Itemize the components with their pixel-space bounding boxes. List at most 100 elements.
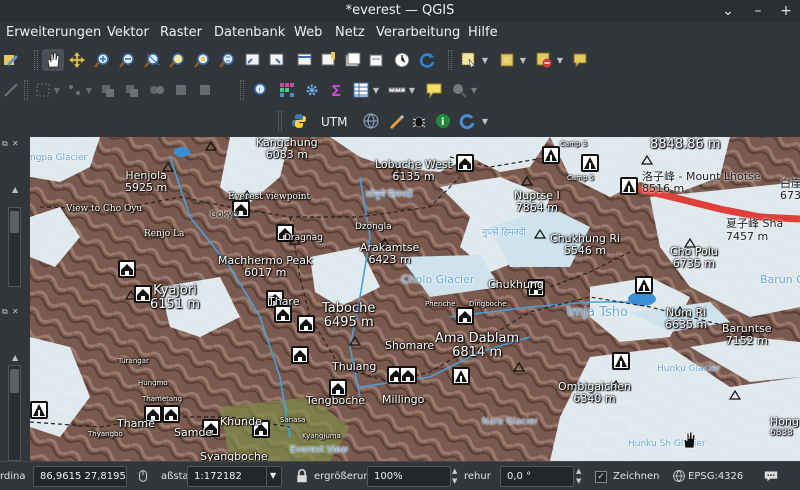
tent-icon[interactable] [30,401,48,419]
tent-icon[interactable] [581,154,599,172]
identify-icon[interactable]: i [250,79,272,101]
magnifier-field[interactable]: 100% [367,466,451,487]
bookmark-new-icon[interactable] [318,49,340,71]
menu-verarbeitung[interactable]: Verarbeitung [376,25,460,40]
edit-icon[interactable] [0,49,22,71]
menu-hilfe[interactable]: Hilfe [468,25,498,40]
chevron-down-icon[interactable]: ▼ [556,49,564,71]
scroll-thumb[interactable] [10,369,19,393]
chevron-down-icon[interactable]: ▼ [481,49,489,71]
merge-icon[interactable] [146,79,168,101]
zoom-last-icon[interactable] [242,49,264,71]
attribute-table-icon[interactable] [276,79,298,101]
menu-netz[interactable]: Netz [335,25,365,40]
scroll-thumb[interactable] [10,211,19,233]
map-canvas[interactable]: Kangchung 6083 m Henjola 5925 m Lobuche We… [30,137,800,461]
menu-web[interactable]: Web [294,25,322,40]
bookmarks-icon[interactable] [342,49,364,71]
scrollbar[interactable] [8,207,21,287]
sum-icon[interactable]: Σ [326,79,348,101]
reshape-icon[interactable] [194,79,216,101]
identify-select-icon[interactable] [458,49,480,71]
tooltip-icon[interactable] [423,79,445,101]
chevron-up-icon[interactable]: ▲ [12,353,18,362]
menu-erweiterungen[interactable]: Erweiterungen [6,25,101,40]
bug-icon[interactable] [408,110,430,132]
zoom-out-icon[interactable] [116,49,138,71]
pan-to-selection-icon[interactable] [66,49,88,71]
deselect-icon[interactable] [533,49,555,71]
rotation-spinner[interactable]: ▲ ▼ [576,466,588,487]
globe-icon[interactable] [360,110,382,132]
copy-features-icon[interactable] [97,79,119,101]
pan-hand-icon[interactable] [42,49,64,71]
tent-icon[interactable] [620,177,638,195]
table-icon[interactable] [350,79,372,101]
toolbar-grip[interactable] [24,80,28,100]
lock-icon[interactable] [293,467,311,485]
zoom-layer-icon[interactable] [191,49,213,71]
chevron-up-icon[interactable]: ▲ [12,185,18,194]
annotation-icon[interactable] [569,49,591,71]
messages-icon[interactable] [762,467,780,485]
zoom-in-icon[interactable] [91,49,113,71]
zoom-full-icon[interactable] [141,49,163,71]
refresh-icon[interactable] [416,49,438,71]
measure-icon[interactable] [386,79,408,101]
menu-datenbank[interactable]: Datenbank [214,25,285,40]
chevron-down-icon[interactable]: ▼ [53,79,61,101]
chevron-down-icon[interactable]: ▼ [372,79,380,101]
zoom-in-icon[interactable] [448,79,470,101]
minimize-button[interactable]: – [748,1,768,21]
points-icon[interactable] [64,79,86,101]
tent-icon[interactable] [612,352,630,370]
select-rect-icon[interactable] [32,79,54,101]
utm-button[interactable]: UTM [321,115,347,129]
python-icon[interactable] [288,110,310,132]
sync-icon[interactable] [456,110,478,132]
globe-icon[interactable] [670,467,688,485]
zoom-next-icon[interactable] [266,49,288,71]
rotation-field[interactable]: 0,0 ° [500,466,574,487]
close-icon[interactable]: ✕ [12,307,19,316]
gear-icon[interactable] [301,79,323,101]
pencil-icon[interactable] [385,110,407,132]
mouse-icon[interactable] [134,467,152,485]
zoom-native-icon[interactable] [216,49,238,71]
chevron-down-icon[interactable]: ▼ [408,79,416,101]
chevron-down-icon[interactable]: ⌄ [718,1,738,21]
render-checkbox[interactable]: ✓ [595,471,607,483]
chevron-down-icon[interactable]: ▼ [470,79,478,101]
tent-icon[interactable] [635,276,653,294]
close-icon[interactable]: ✕ [12,139,19,148]
magnifier-spinner[interactable]: ▲ ▼ [452,466,464,487]
split-icon[interactable] [170,79,192,101]
zoom-selection-icon[interactable] [166,49,188,71]
tent-icon[interactable] [542,146,560,164]
undock-icon[interactable]: ⧉ [2,307,8,317]
hut-icon[interactable] [297,315,315,333]
hut-icon[interactable] [162,405,180,423]
toolbar-grip[interactable] [240,80,244,100]
hut-icon[interactable] [456,307,474,325]
info-icon[interactable]: i [432,110,454,132]
undock-icon[interactable]: ⧉ [2,139,8,149]
toolbar-grip[interactable] [34,50,38,70]
move-features-icon[interactable] [121,79,143,101]
maximize-button[interactable]: + [776,1,796,21]
toolbar-grip[interactable] [448,50,452,70]
hut-icon[interactable] [399,366,417,384]
chevron-down-icon[interactable]: ▼ [266,466,282,487]
hut-icon[interactable] [456,154,474,172]
menu-vektor[interactable]: Vektor [107,25,149,40]
coordinate-field[interactable]: 86,9615 27,8195 [33,466,127,487]
chevron-down-icon[interactable]: ▼ [519,49,527,71]
scale-field[interactable]: 1:172182 [187,466,267,487]
clock-icon[interactable] [391,49,413,71]
temporal-icon[interactable] [366,49,388,71]
node-tool-icon[interactable] [0,79,22,101]
menu-raster[interactable]: Raster [160,25,202,40]
hut-icon[interactable] [291,346,309,364]
toolbar-grip[interactable] [278,111,282,131]
hut-icon[interactable] [118,260,136,278]
